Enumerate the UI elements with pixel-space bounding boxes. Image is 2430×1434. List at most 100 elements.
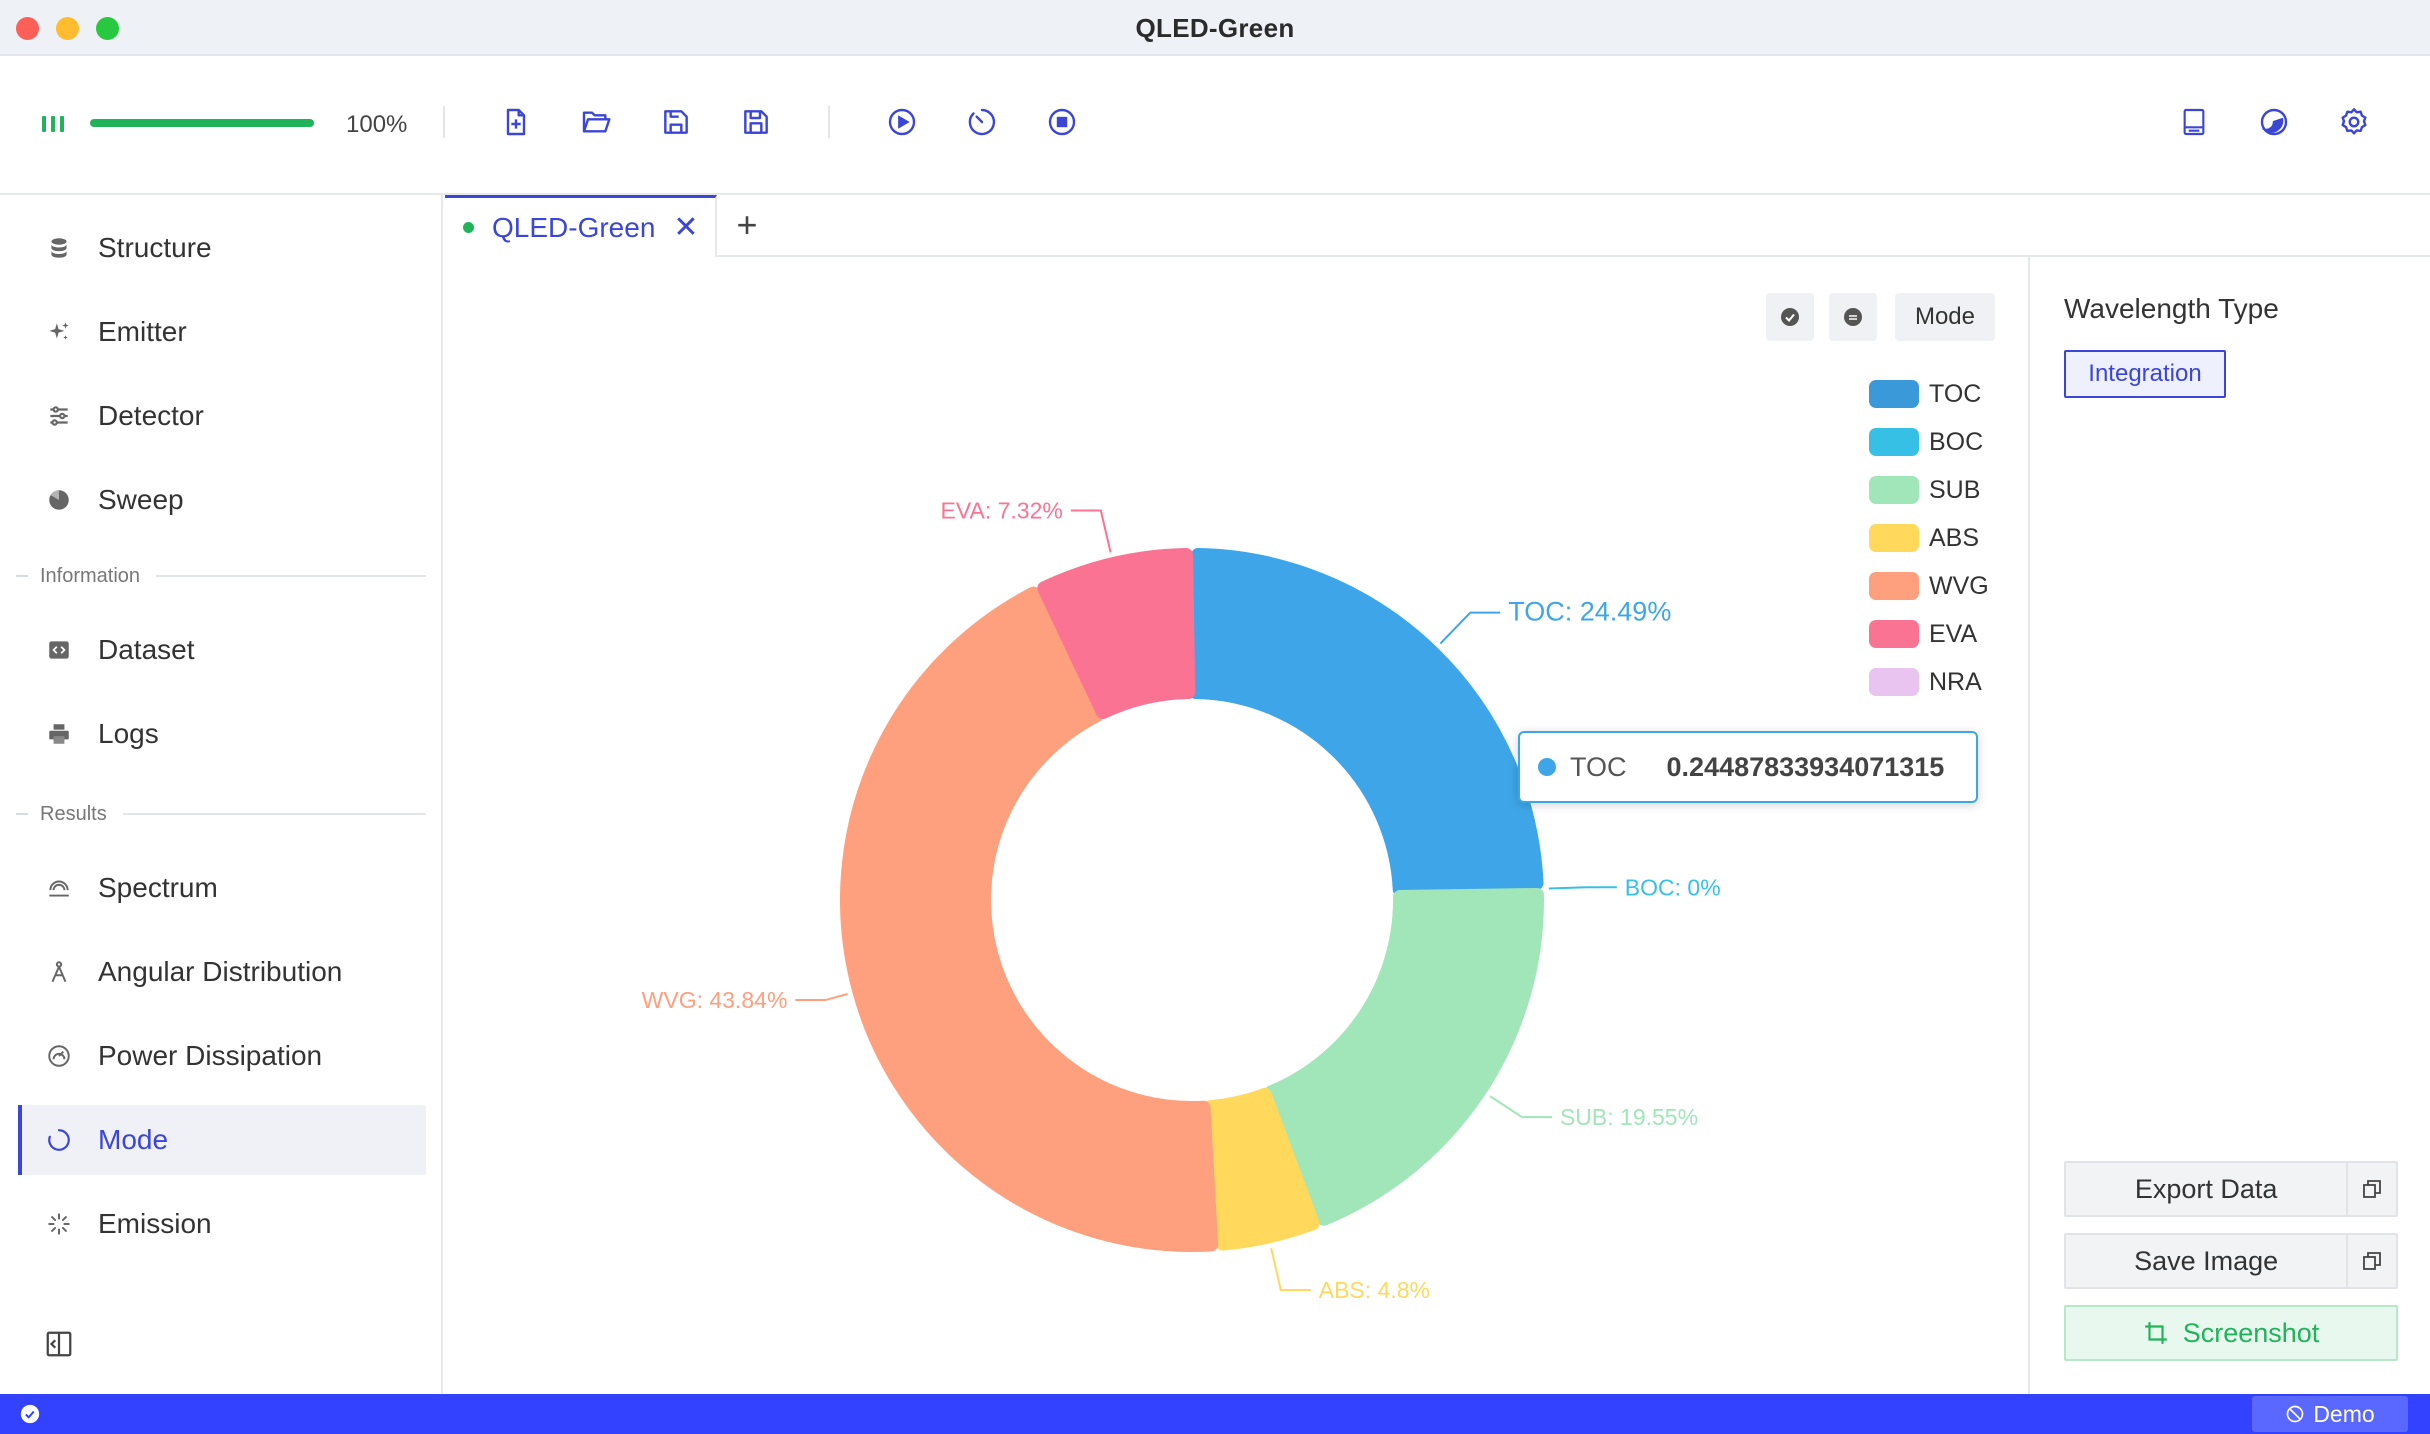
status-bar: Demo xyxy=(0,1394,2430,1434)
tab-status-dot xyxy=(463,222,474,233)
sliders-icon xyxy=(44,401,74,431)
settings-button[interactable] xyxy=(2332,100,2376,144)
toolbar: 100% xyxy=(0,56,2430,195)
save-icon xyxy=(664,110,688,134)
label-leader-line xyxy=(1439,611,1501,645)
slice-label-toc: TOC: 24.49% xyxy=(1508,597,1671,627)
integration-tag[interactable]: Integration xyxy=(2064,350,2226,398)
sidebar-item-structure[interactable]: Structure xyxy=(18,213,426,283)
legend-label: EVA xyxy=(1929,619,1978,648)
minus-circle-icon xyxy=(1844,308,1862,326)
demo-label: Demo xyxy=(2313,1400,2375,1427)
legend-label: SUB xyxy=(1929,475,1981,504)
legend-item-nra[interactable]: NRA xyxy=(1869,658,1989,706)
slice-label-abs: ABS: 4.8% xyxy=(1319,1277,1430,1303)
label-leader-line xyxy=(1489,1095,1552,1119)
sidebar-item-emission[interactable]: Emission xyxy=(18,1189,426,1259)
legend-label: BOC xyxy=(1929,427,1984,456)
legend-item-boc[interactable]: BOC xyxy=(1869,418,1989,466)
circle-loader-icon xyxy=(44,1125,74,1155)
slice-label-wvg: WVG: 43.84% xyxy=(642,987,788,1013)
collapse-sidebar-button[interactable] xyxy=(44,1329,74,1359)
legend-item-sub[interactable]: SUB xyxy=(1869,466,1989,514)
tab-qled-green[interactable]: QLED-Green ✕ xyxy=(445,195,717,257)
play-circle-icon xyxy=(888,108,916,136)
close-icon[interactable]: ✕ xyxy=(673,212,698,243)
sidebar-item-label: Dataset xyxy=(98,634,195,665)
window-titlebar: QLED-Green xyxy=(0,0,2430,56)
save-as-button[interactable] xyxy=(734,100,778,144)
sidebar-item-label: Emitter xyxy=(98,316,187,347)
sidebar-item-label: Mode xyxy=(98,1124,169,1155)
window-title: QLED-Green xyxy=(1135,13,1295,43)
donut-slice-sub[interactable] xyxy=(1264,887,1544,1226)
tooltip-marker xyxy=(1538,758,1556,776)
timer-icon xyxy=(968,108,996,136)
legend-item-abs[interactable]: ABS xyxy=(1869,514,1989,562)
label-leader-line xyxy=(1070,509,1112,553)
folder-open-icon xyxy=(582,111,611,133)
printer-icon xyxy=(44,719,74,749)
legend-item-wvg[interactable]: WVG xyxy=(1869,562,1989,610)
mode-button[interactable]: Mode xyxy=(1895,293,1995,341)
sidebar-item-emitter[interactable]: Emitter xyxy=(18,297,426,367)
database-icon xyxy=(44,233,74,263)
demo-badge[interactable]: Demo xyxy=(2252,1396,2408,1432)
screenshot-label: Screenshot xyxy=(2182,1317,2320,1348)
minus-button[interactable] xyxy=(1829,293,1877,341)
sidebar-item-mode[interactable]: Mode xyxy=(18,1105,426,1175)
new-file-button[interactable] xyxy=(494,100,538,144)
add-tab-button[interactable]: + xyxy=(727,205,767,245)
right-panel: Wavelength Type Integration Export Data … xyxy=(2028,257,2430,1394)
tooltip-value: 0.24487833934071315 xyxy=(1666,751,1945,782)
run-button[interactable] xyxy=(880,100,924,144)
progress-bar xyxy=(90,119,314,127)
section-header-results: Results xyxy=(0,799,426,829)
copy-image-button[interactable] xyxy=(2346,1235,2396,1287)
status-check-icon xyxy=(20,1404,40,1424)
sidebar-item-dataset[interactable]: Dataset xyxy=(18,615,426,685)
sidebar-item-power-dissipation[interactable]: Power Dissipation xyxy=(18,1021,426,1091)
check-circle-icon xyxy=(1781,308,1799,326)
sidebar-item-spectrum[interactable]: Spectrum xyxy=(18,853,426,923)
stop-button[interactable] xyxy=(1040,100,1084,144)
donut-chart: TOC: 24.49% BOC: 0% SUB: 19.55% ABS: 4.8% WV… xyxy=(642,498,1721,1303)
screenshot-button[interactable]: Screenshot xyxy=(2064,1305,2398,1361)
legend-label: WVG xyxy=(1929,571,1989,600)
theme-button[interactable] xyxy=(2252,100,2296,144)
file-plus-icon xyxy=(506,108,526,136)
ban-icon xyxy=(2286,1405,2304,1423)
label-leader-line xyxy=(1548,886,1617,890)
check-button[interactable] xyxy=(1766,293,1814,341)
sidebar-item-detector[interactable]: Detector xyxy=(18,381,426,451)
open-folder-button[interactable] xyxy=(574,100,618,144)
copy-icon xyxy=(2363,1180,2382,1198)
sidebar-item-logs[interactable]: Logs xyxy=(18,699,426,769)
save-image-label: Save Image xyxy=(2134,1245,2279,1276)
export-data-label: Export Data xyxy=(2134,1173,2278,1204)
sidebar-item-angular-distribution[interactable]: Angular Distribution xyxy=(18,937,426,1007)
tab-label: QLED-Green xyxy=(492,211,656,243)
spectrum-icon xyxy=(44,873,74,903)
timer-button[interactable] xyxy=(960,100,1004,144)
toolbar-separator xyxy=(443,106,445,138)
export-data-button[interactable]: Export Data xyxy=(2064,1161,2398,1217)
sidebar-item-label: Structure xyxy=(98,232,212,263)
slice-label-boc: BOC: 0% xyxy=(1625,874,1721,900)
tooltip-name: TOC xyxy=(1570,751,1627,782)
copy-export-button[interactable] xyxy=(2346,1163,2396,1215)
docs-button[interactable] xyxy=(2172,100,2216,144)
save-image-button[interactable]: Save Image xyxy=(2064,1233,2398,1289)
legend-item-eva[interactable]: EVA xyxy=(1869,610,1989,658)
save-as-icon xyxy=(744,110,768,134)
legend-label: TOC xyxy=(1929,379,1982,408)
label-leader-line xyxy=(1270,1247,1311,1292)
sparkle-icon xyxy=(44,317,74,347)
sidebar-item-sweep[interactable]: Sweep xyxy=(18,465,426,535)
toolbar-separator xyxy=(828,106,830,138)
gauge-icon xyxy=(44,1041,74,1071)
donut-slice-toc[interactable] xyxy=(1188,548,1544,897)
sidebar-item-label: Detector xyxy=(98,400,204,431)
save-button[interactable] xyxy=(654,100,698,144)
legend-item-toc[interactable]: TOC xyxy=(1869,370,1989,418)
